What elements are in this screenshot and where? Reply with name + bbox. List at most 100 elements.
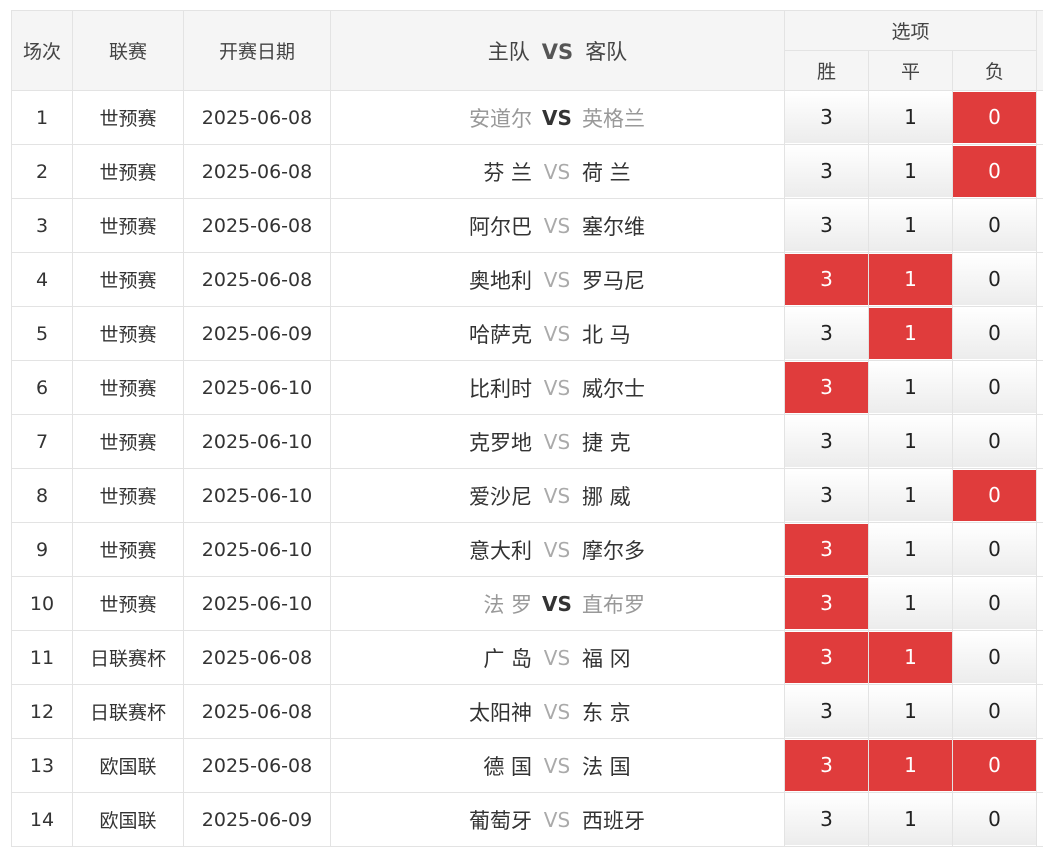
away-team: 法 国 — [582, 754, 631, 779]
home-team: 哈萨克 — [469, 322, 532, 347]
header-home: 主队 — [487, 39, 530, 64]
option-loss-button[interactable]: 0 — [953, 146, 1037, 197]
away-team: 英格兰 — [582, 106, 645, 131]
table-header: 场次 联赛 开赛日期 主队 VS 客队 选项 胜 平 负 — [11, 10, 1043, 91]
match-no: 9 — [11, 522, 73, 577]
match-date: 2025-06-08 — [183, 252, 331, 307]
option-loss-button[interactable]: 0 — [953, 470, 1037, 521]
match-teams: 爱沙尼 VS 挪 威 — [330, 468, 785, 523]
match-no: 2 — [11, 144, 73, 199]
option-draw-button[interactable]: 1 — [869, 416, 952, 467]
match-teams: 意大利 VS 摩尔多 — [330, 522, 785, 577]
match-teams: 比利时 VS 威尔士 — [330, 360, 785, 415]
row-extra — [1036, 684, 1043, 739]
match-row: 4 世预赛 2025-06-08 奥地利 VS 罗马尼 3 1 0 — [11, 252, 1043, 307]
match-league: 世预赛 — [72, 306, 184, 361]
home-team: 奥地利 — [469, 268, 532, 293]
match-row: 9 世预赛 2025-06-10 意大利 VS 摩尔多 3 1 0 — [11, 522, 1043, 577]
match-league: 日联赛杯 — [72, 630, 184, 685]
option-win-button[interactable]: 3 — [785, 578, 868, 629]
row-extra — [1036, 414, 1043, 469]
option-win-button[interactable]: 3 — [785, 686, 868, 737]
match-row: 3 世预赛 2025-06-08 阿尔巴 VS 塞尔维 3 1 0 — [11, 198, 1043, 253]
match-teams: 克罗地 VS 捷 克 — [330, 414, 785, 469]
row-extra — [1036, 198, 1043, 253]
option-win-button[interactable]: 3 — [785, 740, 868, 791]
option-draw-button[interactable]: 1 — [869, 740, 952, 791]
option-loss-button[interactable]: 0 — [953, 524, 1037, 575]
home-team: 太阳神 — [469, 700, 532, 725]
home-team: 安道尔 — [469, 106, 532, 131]
option-win-button[interactable]: 3 — [785, 470, 868, 521]
match-date: 2025-06-09 — [183, 306, 331, 361]
option-draw-button[interactable]: 1 — [869, 524, 952, 575]
option-loss-button[interactable]: 0 — [953, 740, 1037, 791]
option-loss-button[interactable]: 0 — [953, 632, 1037, 683]
option-draw-button[interactable]: 1 — [869, 254, 952, 305]
option-win-button[interactable]: 3 — [785, 416, 868, 467]
option-win-button[interactable]: 3 — [785, 200, 868, 251]
match-no: 11 — [11, 630, 73, 685]
away-team: 东 京 — [582, 700, 631, 725]
match-teams: 广 岛 VS 福 冈 — [330, 630, 785, 685]
option-win-button[interactable]: 3 — [785, 254, 868, 305]
option-draw-button[interactable]: 1 — [869, 470, 952, 521]
option-loss-button[interactable]: 0 — [953, 200, 1037, 251]
match-no: 7 — [11, 414, 73, 469]
option-draw-button[interactable]: 1 — [869, 146, 952, 197]
option-win-button[interactable]: 3 — [785, 308, 868, 359]
table-body: 1 世预赛 2025-06-08 安道尔 VS 英格兰 3 1 0 2 世预赛 … — [11, 90, 1043, 847]
option-win-button[interactable]: 3 — [785, 524, 868, 575]
option-loss-button[interactable]: 0 — [953, 308, 1037, 359]
away-team: 福 冈 — [582, 646, 631, 671]
option-draw-button[interactable]: 1 — [869, 92, 952, 143]
vs-label: VS — [543, 699, 571, 724]
match-row: 1 世预赛 2025-06-08 安道尔 VS 英格兰 3 1 0 — [11, 90, 1043, 145]
vs-label: VS — [543, 483, 571, 508]
option-draw-button[interactable]: 1 — [869, 578, 952, 629]
option-win-button[interactable]: 3 — [785, 794, 868, 845]
match-league: 世预赛 — [72, 252, 184, 307]
match-row: 11 日联赛杯 2025-06-08 广 岛 VS 福 冈 3 1 0 — [11, 630, 1043, 685]
option-loss-button[interactable]: 0 — [953, 686, 1037, 737]
match-league: 世预赛 — [72, 468, 184, 523]
option-draw-button[interactable]: 1 — [869, 794, 952, 845]
home-team: 爱沙尼 — [469, 484, 532, 509]
row-extra — [1036, 738, 1043, 793]
match-date: 2025-06-10 — [183, 576, 331, 631]
header-extra — [1036, 10, 1043, 91]
away-team: 北 马 — [582, 322, 631, 347]
option-draw-button[interactable]: 1 — [869, 362, 952, 413]
home-team: 德 国 — [483, 754, 532, 779]
option-loss-button[interactable]: 0 — [953, 794, 1037, 845]
header-league: 联赛 — [72, 10, 184, 91]
option-draw-button[interactable]: 1 — [869, 308, 952, 359]
option-loss-button[interactable]: 0 — [953, 416, 1037, 467]
option-loss-button[interactable]: 0 — [953, 362, 1037, 413]
option-draw-button[interactable]: 1 — [869, 632, 952, 683]
home-team: 芬 兰 — [483, 160, 532, 185]
option-loss-button[interactable]: 0 — [953, 578, 1037, 629]
option-loss-button[interactable]: 0 — [953, 254, 1037, 305]
option-win-button[interactable]: 3 — [785, 146, 868, 197]
option-win-button[interactable]: 3 — [785, 92, 868, 143]
match-date: 2025-06-08 — [183, 198, 331, 253]
away-team: 威尔士 — [582, 376, 645, 401]
option-win-button[interactable]: 3 — [785, 632, 868, 683]
match-row: 8 世预赛 2025-06-10 爱沙尼 VS 挪 威 3 1 0 — [11, 468, 1043, 523]
match-teams: 太阳神 VS 东 京 — [330, 684, 785, 739]
match-no: 14 — [11, 792, 73, 847]
option-win-button[interactable]: 3 — [785, 362, 868, 413]
vs-label: VS — [543, 537, 571, 562]
match-league: 世预赛 — [72, 414, 184, 469]
match-league: 日联赛杯 — [72, 684, 184, 739]
option-draw-button[interactable]: 1 — [869, 200, 952, 251]
option-draw-button[interactable]: 1 — [869, 686, 952, 737]
match-date: 2025-06-08 — [183, 684, 331, 739]
lottery-table-container: 场次 联赛 开赛日期 主队 VS 客队 选项 胜 平 负 1 世预赛 2025-06… — [11, 10, 1043, 847]
match-date: 2025-06-09 — [183, 792, 331, 847]
vs-label: VS — [543, 159, 571, 184]
header-option-loss: 负 — [951, 50, 1038, 91]
option-loss-button[interactable]: 0 — [953, 92, 1037, 143]
away-team: 挪 威 — [582, 484, 631, 509]
